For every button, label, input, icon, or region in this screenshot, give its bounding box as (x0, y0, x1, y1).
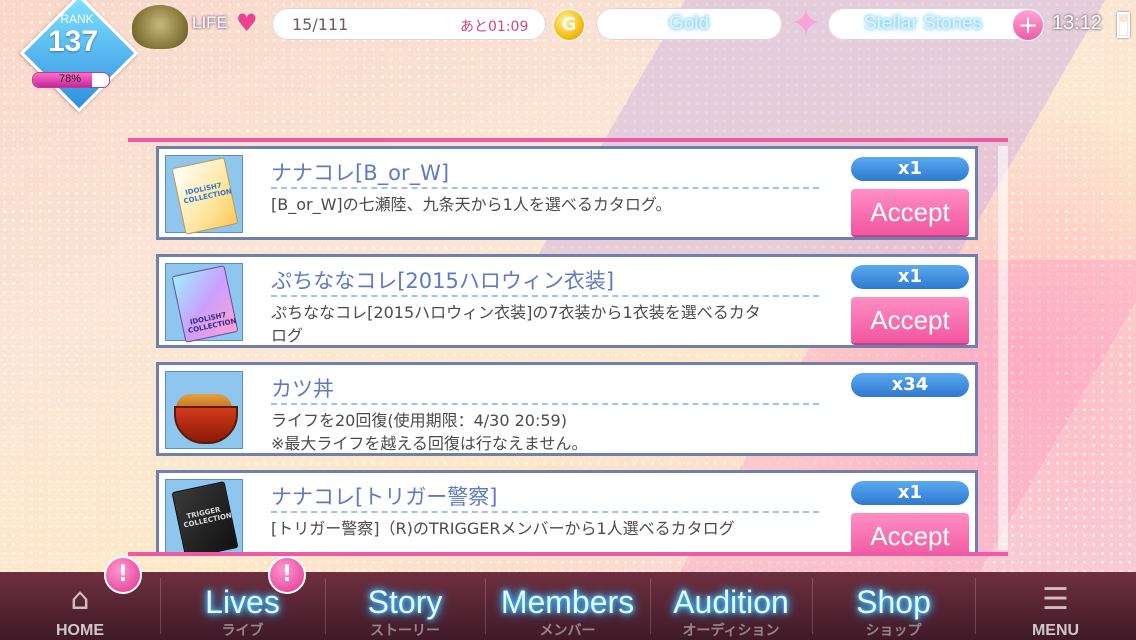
nav-lives-label: Lives (205, 584, 280, 620)
nav-shop[interactable]: Shop ショップ (812, 572, 975, 640)
divider (271, 511, 819, 513)
battery-icon (1117, 12, 1130, 38)
nav-audition[interactable]: Audition オーディション (650, 572, 812, 640)
nav-story[interactable]: Story ストーリー (325, 572, 485, 640)
clock: 13:12 (1052, 12, 1103, 34)
life-recovery-timer: あと01:09 (460, 19, 529, 35)
item-title: ナナコレ[B_or_W] (271, 161, 450, 185)
item-description: [トリガー警察]（R)のTRIGGERメンバーから1人選べるカタログ (271, 519, 735, 538)
nav-members-sublabel: メンバー (539, 623, 596, 639)
divider (271, 187, 819, 189)
book-cover-text: IDOLiSH7 COLLECTION (182, 181, 233, 206)
book-cover-text: IDOLiSH7 COLLECTION (187, 310, 238, 335)
nav-members[interactable]: Members メンバー (485, 572, 650, 640)
nav-shop-sublabel: ショップ (865, 623, 922, 639)
present-list[interactable]: IDOLiSH7 COLLECTION ナナコレ[B_or_W] [B_or_W… (150, 142, 1000, 552)
life-label: LIFE (192, 13, 228, 32)
story-notification-badge: ! (268, 556, 306, 594)
stellar-stones-label: Stellar Stones (863, 13, 983, 34)
rank-value: 137 (47, 25, 99, 58)
catalog-book-icon: IDOLiSH7 COLLECTION (165, 155, 243, 235)
stellar-stone-icon: ✦ (790, 1, 822, 45)
katsudon-bowl-icon (165, 371, 243, 449)
item-description: ライフを20回復(使用期限：4/30 20:59) ※最大ライフを越える回復は行… (271, 411, 588, 453)
gold-coin-icon: G (553, 9, 585, 41)
book-cover-text: TRIGGER COLLECTION (182, 505, 233, 530)
item-description: ぷちななコレ[2015ハロウィン衣装]の7衣装から1衣装を選べるカタログ (271, 303, 761, 345)
rank-progress-text: 78% (58, 73, 82, 85)
nav-menu[interactable]: ☰ MENU (975, 572, 1136, 640)
bowl (174, 406, 238, 444)
divider (271, 403, 819, 405)
player-avatar[interactable] (132, 5, 188, 49)
book-cover: TRIGGER COLLECTION (171, 481, 239, 552)
accept-button[interactable]: Accept (851, 189, 969, 235)
nav-story-label: Story (367, 584, 443, 620)
item-description: [B_or_W]の七瀬陸、九条天から1人を選べるカタログ。 (271, 195, 672, 214)
add-stones-button[interactable]: + (1012, 9, 1044, 41)
nav-members-label: Members (500, 584, 635, 620)
book-cover: IDOLiSH7 COLLECTION (171, 157, 239, 235)
gold-label: Gold (668, 13, 710, 34)
nav-shop-label: Shop (856, 584, 931, 620)
costume-catalog-icon: IDOLiSH7 COLLECTION (165, 263, 243, 343)
accept-button[interactable]: Accept (851, 513, 969, 552)
nav-home-label: HOME (56, 622, 104, 639)
list-item: IDOLiSH7 COLLECTION ナナコレ[B_or_W] [B_or_W… (156, 146, 978, 240)
list-item: TRIGGER COLLECTION ナナコレ[トリガー警察] [トリガー警察]… (156, 470, 978, 552)
accept-button[interactable]: Accept (851, 297, 969, 343)
item-title: ぷちななコレ[2015ハロウィン衣装] (271, 269, 615, 293)
item-quantity: x1 (851, 265, 969, 289)
life-value: 15/111 (292, 15, 349, 34)
menu-list-icon: ☰ (1042, 582, 1069, 617)
list-item: カツ丼 ライフを20回復(使用期限：4/30 20:59) ※最大ライフを越える… (156, 362, 978, 456)
lives-notification-badge: ! (104, 556, 142, 594)
item-title: ナナコレ[トリガー警察] (271, 485, 498, 509)
item-quantity: x1 (851, 481, 969, 505)
book-cover: IDOLiSH7 COLLECTION (171, 265, 239, 343)
nav-story-sublabel: ストーリー (370, 623, 440, 639)
rank-label: RANK (60, 12, 94, 26)
nav-menu-label: MENU (1031, 622, 1080, 639)
nav-audition-label: Audition (673, 584, 789, 620)
divider (271, 295, 819, 297)
nav-lives-sublabel: ライブ (221, 623, 264, 639)
list-bottom-border (128, 552, 1008, 556)
item-quantity: x34 (851, 373, 969, 397)
list-item: IDOLiSH7 COLLECTION ぷちななコレ[2015ハロウィン衣装] … (156, 254, 978, 348)
item-title: カツ丼 (271, 377, 334, 401)
nav-audition-sublabel: オーディション (682, 623, 780, 639)
trigger-catalog-icon: TRIGGER COLLECTION (165, 479, 243, 552)
heart-icon: ♥ (236, 9, 258, 37)
item-quantity: x1 (851, 157, 969, 181)
